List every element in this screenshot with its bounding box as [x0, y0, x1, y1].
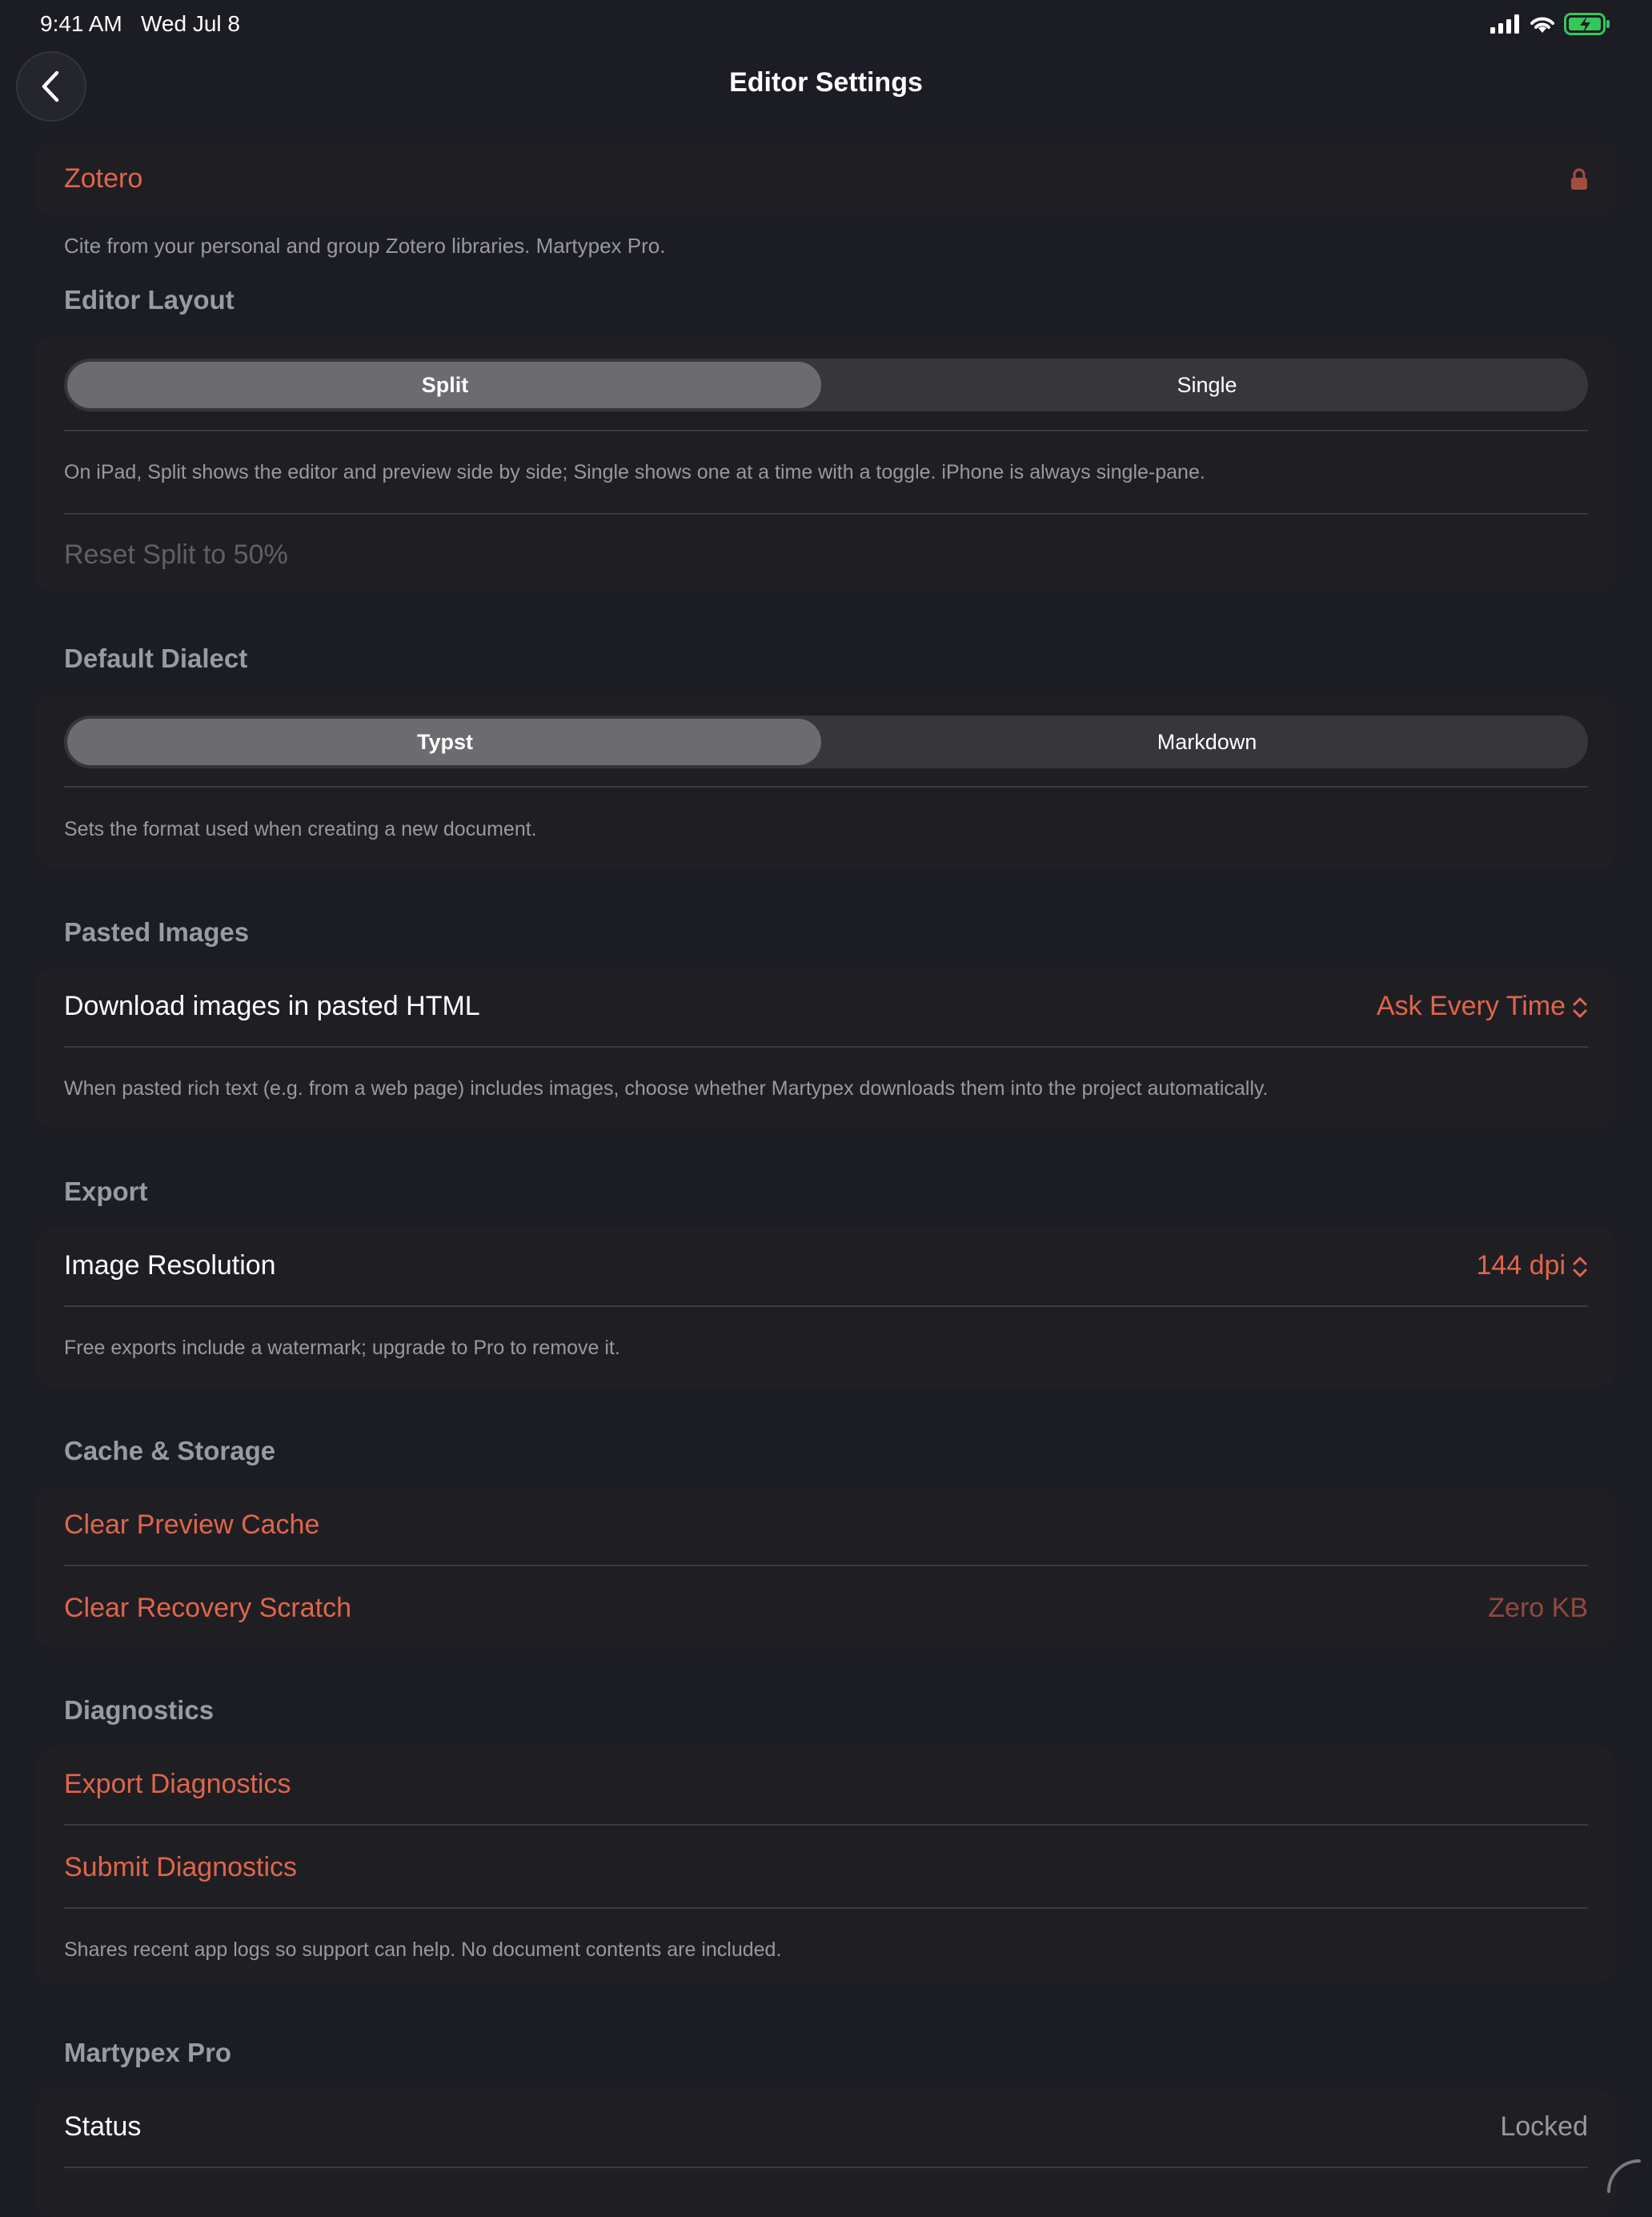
- default-dialect-card: Typst Markdown Sets the format used when…: [35, 695, 1617, 869]
- segment-markdown[interactable]: Markdown: [826, 716, 1588, 768]
- cache-storage-card: Clear Preview Cache Clear Recovery Scrat…: [35, 1487, 1617, 1649]
- status-icons: [1490, 13, 1610, 35]
- zotero-footnote: Cite from your personal and group Zotero…: [64, 234, 666, 258]
- section-header-export: Export: [64, 1177, 148, 1206]
- zotero-label: Zotero: [64, 163, 143, 194]
- segment-split[interactable]: Split: [64, 359, 826, 411]
- divider: [64, 1565, 1588, 1566]
- corner-grabber-icon[interactable]: [1604, 2156, 1644, 2196]
- export-card: Image Resolution 144 dpi Free exports in…: [35, 1228, 1617, 1388]
- clear-recovery-scratch-button[interactable]: Clear Recovery Scratch: [64, 1593, 351, 1624]
- pro-status-value: Locked: [1500, 2111, 1588, 2142]
- status-time: 9:41 AM: [40, 11, 122, 36]
- zotero-row[interactable]: Zotero: [35, 142, 1617, 216]
- divider: [64, 1907, 1588, 1909]
- editor-layout-segmented-control[interactable]: Split Single: [64, 359, 1588, 411]
- clear-preview-cache-button[interactable]: Clear Preview Cache: [64, 1509, 319, 1541]
- chevron-up-down-icon: [1573, 997, 1587, 1018]
- martypex-pro-card: Status Locked: [35, 2089, 1617, 2217]
- segment-typst[interactable]: Typst: [64, 716, 826, 768]
- section-header-pasted-images: Pasted Images: [64, 917, 250, 947]
- lock-icon: [1571, 168, 1587, 190]
- section-header-default-dialect: Default Dialect: [64, 643, 248, 673]
- divider: [64, 513, 1588, 515]
- battery-charging-icon: [1564, 13, 1610, 35]
- default-dialect-footnote: Sets the format used when creating a new…: [64, 818, 537, 840]
- recovery-scratch-size: Zero KB: [1488, 1593, 1588, 1623]
- diagnostics-card: Export Diagnostics Submit Diagnostics Sh…: [35, 1746, 1617, 1983]
- default-dialect-segmented-control[interactable]: Typst Markdown: [64, 716, 1588, 768]
- divider: [64, 1305, 1588, 1307]
- download-images-label: Download images in pasted HTML: [64, 991, 480, 1021]
- status-date: Wed Jul 8: [141, 11, 240, 36]
- section-header-cache-storage: Cache & Storage: [64, 1436, 276, 1465]
- divider: [64, 1824, 1588, 1826]
- divider: [64, 430, 1588, 431]
- section-header-editor-layout: Editor Layout: [64, 285, 235, 315]
- cellular-signal-icon: [1490, 14, 1519, 34]
- editor-layout-footnote: On iPad, Split shows the editor and prev…: [64, 461, 1205, 483]
- download-images-picker[interactable]: Ask Every Time: [1377, 991, 1588, 1022]
- section-header-martypex-pro: Martypex Pro: [64, 2038, 232, 2067]
- section-header-diagnostics: Diagnostics: [64, 1695, 215, 1725]
- divider: [64, 786, 1588, 788]
- export-footnote: Free exports include a watermark; upgrad…: [64, 1337, 620, 1359]
- chevron-up-down-icon: [1573, 1257, 1587, 1277]
- divider: [64, 1046, 1588, 1048]
- download-images-value: Ask Every Time: [1376, 991, 1566, 1021]
- editor-layout-card: Split Single On iPad, Split shows the ed…: [35, 336, 1617, 592]
- submit-diagnostics-button[interactable]: Submit Diagnostics: [64, 1852, 297, 1883]
- diagnostics-footnote: Shares recent app logs so support can he…: [64, 1938, 782, 1961]
- page-title: Editor Settings: [729, 67, 923, 98]
- image-resolution-picker[interactable]: 144 dpi: [1476, 1250, 1588, 1281]
- pasted-images-card: Download images in pasted HTML Ask Every…: [35, 968, 1617, 1129]
- image-resolution-label: Image Resolution: [64, 1250, 276, 1281]
- image-resolution-value: 144 dpi: [1476, 1250, 1566, 1281]
- pro-status-label: Status: [64, 2111, 142, 2142]
- wifi-icon: [1530, 17, 1554, 33]
- export-diagnostics-button[interactable]: Export Diagnostics: [64, 1769, 291, 1800]
- divider: [64, 2167, 1588, 2168]
- pasted-images-footnote: When pasted rich text (e.g. from a web p…: [64, 1077, 1269, 1100]
- status-bar: 9:41 AM Wed Jul 8: [0, 0, 1652, 51]
- segment-single[interactable]: Single: [826, 359, 1588, 411]
- reset-split-button[interactable]: Reset Split to 50%: [64, 539, 288, 571]
